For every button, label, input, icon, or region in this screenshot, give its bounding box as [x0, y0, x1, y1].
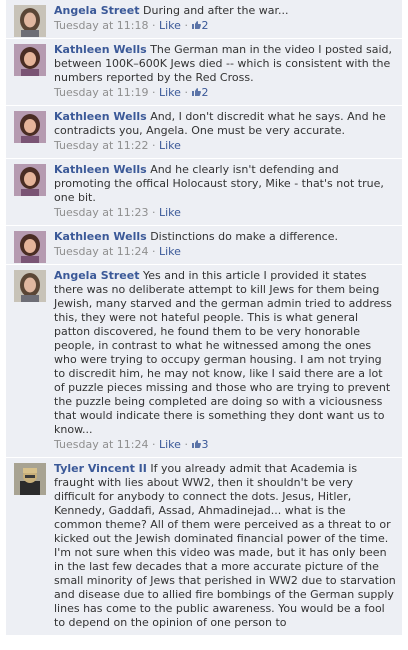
like-count: 2 [201, 86, 209, 99]
comment-timestamp[interactable]: Tuesday at 11:19 [54, 86, 149, 99]
angela-avatar[interactable] [14, 5, 46, 37]
meta-separator: · [152, 139, 156, 152]
like-button[interactable]: Like [159, 86, 181, 99]
meta-separator: · [152, 86, 156, 99]
comment-meta: Tuesday at 11:24 · Like · 3 [54, 438, 396, 452]
comment-timestamp[interactable]: Tuesday at 11:23 [54, 206, 149, 219]
like-count: 2 [201, 19, 209, 32]
comment-feed: Angela Street During and after the war..… [6, 0, 402, 636]
meta-separator: · [152, 19, 156, 32]
meta-separator: · [152, 206, 156, 219]
comment-timestamp[interactable]: Tuesday at 11:18 [54, 19, 149, 32]
comment-meta: Tuesday at 11:24 · Like [54, 245, 396, 259]
comment-item: Kathleen Wells The German man in the vid… [6, 39, 402, 106]
kathleen-avatar[interactable] [14, 231, 46, 263]
comment-body: Kathleen Wells The German man in the vid… [54, 43, 396, 85]
comment-body: Angela Street During and after the war..… [54, 4, 396, 18]
comment-meta: Tuesday at 11:19 · Like · 2 [54, 86, 396, 100]
meta-separator: · [152, 438, 156, 451]
kathleen-avatar[interactable] [14, 164, 46, 196]
meta-separator: · [184, 438, 188, 451]
comment-item: Angela Street During and after the war..… [6, 0, 402, 39]
like-button[interactable]: Like [159, 19, 181, 32]
comment-text: If you already admit that Academia is fr… [54, 462, 396, 629]
thumbs-up-icon [191, 20, 202, 30]
kathleen-avatar[interactable] [14, 44, 46, 76]
comment-timestamp[interactable]: Tuesday at 11:24 [54, 245, 149, 258]
like-button[interactable]: Like [159, 438, 181, 451]
like-button[interactable]: Like [159, 245, 181, 258]
comment-meta: Tuesday at 11:22 · Like [54, 139, 396, 153]
comment-author-link[interactable]: Tyler Vincent II [54, 462, 147, 475]
meta-separator: · [184, 19, 188, 32]
tyler-avatar[interactable] [14, 463, 46, 495]
comment-author-link[interactable]: Angela Street [54, 269, 140, 282]
comment-body: Angela Street Yes and in this article I … [54, 269, 396, 437]
comment-item: Kathleen Wells Distinctions do make a di… [6, 226, 402, 265]
comment-author-link[interactable]: Angela Street [54, 4, 140, 17]
thumbs-up-icon [191, 87, 202, 97]
comment-item: Kathleen Wells And he clearly isn't defe… [6, 159, 402, 226]
comment-author-link[interactable]: Kathleen Wells [54, 230, 147, 243]
comment-body: Kathleen Wells And he clearly isn't defe… [54, 163, 396, 205]
comment-item: Tyler Vincent II If you already admit th… [6, 458, 402, 636]
comment-item: Angela Street Yes and in this article I … [6, 265, 402, 458]
like-count: 3 [201, 438, 209, 451]
comment-meta: Tuesday at 11:23 · Like [54, 206, 396, 220]
comment-item: Kathleen Wells And, I don't discredit wh… [6, 106, 402, 159]
meta-separator: · [184, 86, 188, 99]
comment-author-link[interactable]: Kathleen Wells [54, 43, 147, 56]
comment-timestamp[interactable]: Tuesday at 11:22 [54, 139, 149, 152]
comment-timestamp[interactable]: Tuesday at 11:24 [54, 438, 149, 451]
kathleen-avatar[interactable] [14, 111, 46, 143]
like-button[interactable]: Like [159, 139, 181, 152]
angela-avatar[interactable] [14, 270, 46, 302]
comment-body: Tyler Vincent II If you already admit th… [54, 462, 396, 630]
meta-separator: · [152, 245, 156, 258]
comment-body: Kathleen Wells Distinctions do make a di… [54, 230, 396, 244]
comment-author-link[interactable]: Kathleen Wells [54, 163, 147, 176]
comment-body: Kathleen Wells And, I don't discredit wh… [54, 110, 396, 138]
thumbs-up-icon [191, 439, 202, 449]
like-button[interactable]: Like [159, 206, 181, 219]
like-count-link[interactable]: 2 [191, 86, 208, 99]
comment-meta: Tuesday at 11:18 · Like · 2 [54, 19, 396, 33]
comment-author-link[interactable]: Kathleen Wells [54, 110, 147, 123]
like-count-link[interactable]: 3 [191, 438, 208, 451]
like-count-link[interactable]: 2 [191, 19, 208, 32]
comment-text: Distinctions do make a difference. [150, 230, 338, 243]
comment-text: Yes and in this article I provided it st… [54, 269, 392, 436]
comment-text: During and after the war... [143, 4, 289, 17]
